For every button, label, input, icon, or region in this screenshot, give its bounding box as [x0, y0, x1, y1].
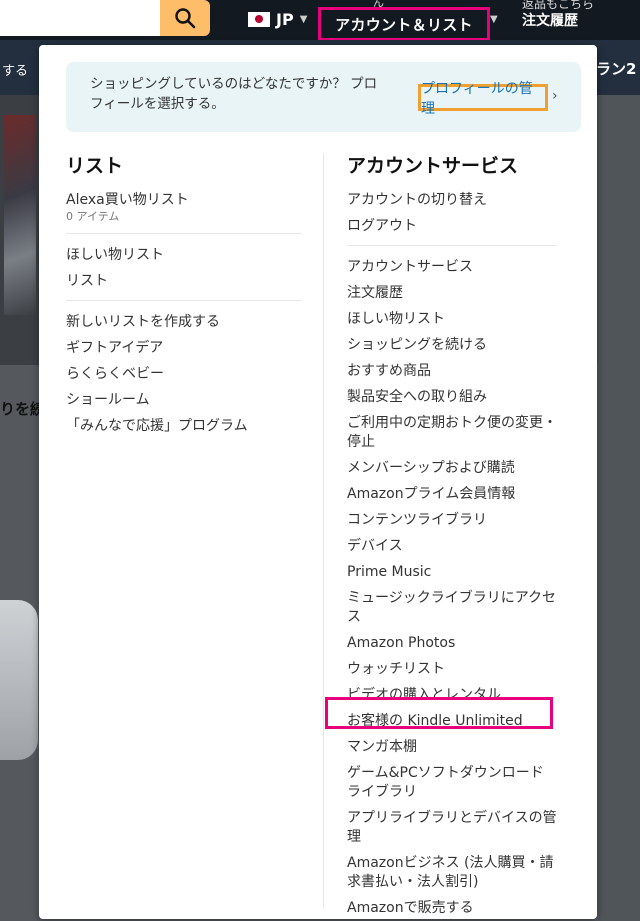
top-nav-bar: JP ▼ ん アカウント＆リスト ▼ 返品もこちら 注文履歴: [0, 0, 640, 41]
account-link[interactable]: マンガ本棚: [347, 734, 557, 760]
returns-label: 返品もこちら: [522, 0, 595, 11]
caret-down-icon: ▼: [299, 14, 308, 25]
sign-out-link[interactable]: ログアウト: [347, 213, 557, 239]
list-link[interactable]: らくらくベビー: [66, 361, 301, 387]
list-link[interactable]: ギフトアイデア: [66, 335, 301, 361]
account-dropdown-panel: ショッピングしているのはどなたですか？ プロフィールを選択する。 プロフィールの…: [39, 45, 597, 919]
switch-account-link[interactable]: アカウントの切り替え: [347, 187, 557, 213]
subnav-left-item[interactable]: する: [2, 60, 28, 79]
account-link[interactable]: Amazonで販売する: [347, 895, 557, 921]
search-button[interactable]: [160, 0, 210, 36]
account-link[interactable]: Prime Music: [347, 559, 557, 585]
search-icon: [175, 8, 196, 29]
lists-column: リスト Alexa買い物リスト 0 アイテム ほしい物リスト リスト 新しいリス…: [66, 154, 301, 439]
account-link[interactable]: アカウントサービス: [347, 254, 557, 280]
account-link[interactable]: Amazonプライム会員情報: [347, 481, 557, 507]
account-link[interactable]: Amazon Photos: [347, 630, 557, 656]
orders-label: 注文履歴: [522, 13, 578, 29]
divider: [66, 300, 301, 301]
japan-flag-icon: [248, 12, 270, 27]
caret-down-icon: ▼: [490, 14, 498, 25]
kindle-unlimited-highlight: [325, 697, 553, 729]
account-link[interactable]: メンバーシップおよび購読: [347, 455, 557, 481]
account-link[interactable]: Amazonビジネス (法人購買・請求書払い・法人割引): [347, 850, 557, 895]
account-link[interactable]: ほしい物リスト: [347, 306, 557, 332]
divider: [66, 233, 301, 234]
locale-selector[interactable]: JP ▼: [248, 10, 307, 29]
account-and-lists-label: アカウント＆リスト: [335, 15, 473, 34]
account-services-column: アカウントサービス アカウントの切り替え ログアウト アカウントサービス 注文履…: [347, 154, 557, 921]
background-banner-image: [0, 95, 40, 365]
background-product-image: [0, 600, 38, 760]
list-link[interactable]: 新しいリストを作成する: [66, 309, 301, 335]
chevron-right-icon: ›: [552, 88, 558, 104]
profile-prompt: ショッピングしているのはどなたですか？ プロフィールを選択する。: [90, 76, 378, 112]
list-link[interactable]: 「みんなで応援」プログラム: [66, 413, 301, 439]
account-link[interactable]: ウォッチリスト: [347, 656, 557, 682]
returns-orders-link[interactable]: 返品もこちら 注文履歴: [522, 0, 594, 30]
locale-code: JP: [276, 10, 294, 29]
account-link[interactable]: おすすめ商品: [347, 358, 557, 384]
profile-selector-box: ショッピングしているのはどなたですか？ プロフィールを選択する。 プロフィールの…: [66, 62, 581, 132]
subnav-right-item[interactable]: ラン2: [596, 58, 636, 79]
account-link[interactable]: デバイス: [347, 533, 557, 559]
list-link[interactable]: リスト: [66, 268, 301, 294]
account-link[interactable]: ショッピングを続ける: [347, 332, 557, 358]
account-and-lists-button[interactable]: アカウント＆リスト: [318, 7, 490, 41]
account-link[interactable]: 製品安全への取り組み: [347, 384, 557, 410]
manage-profiles-link[interactable]: プロフィールの管理: [418, 81, 548, 117]
account-services-heading: アカウントサービス: [347, 155, 519, 177]
account-link[interactable]: ミュージックライブラリにアクセス: [347, 585, 557, 630]
manage-profiles-label: プロフィールの管理: [421, 80, 533, 117]
list-link[interactable]: ほしい物リスト: [66, 242, 301, 268]
alexa-item-count: 0 アイテム: [66, 210, 120, 223]
account-link[interactable]: コンテンツライブラリ: [347, 507, 557, 533]
list-link[interactable]: ショールーム: [66, 387, 301, 413]
account-link[interactable]: ゲーム&PCソフトダウンロードライブラリ: [347, 760, 557, 805]
account-link[interactable]: ご利用中の定期おトク便の変更・停止: [347, 410, 557, 455]
background-right-area: [598, 95, 640, 921]
account-link[interactable]: アプリライブラリとデバイスの管理: [347, 805, 557, 850]
search-input[interactable]: [0, 0, 160, 36]
lists-heading: リスト: [66, 155, 124, 177]
column-divider: [323, 153, 324, 908]
account-link[interactable]: 注文履歴: [347, 280, 557, 306]
divider: [347, 245, 557, 246]
